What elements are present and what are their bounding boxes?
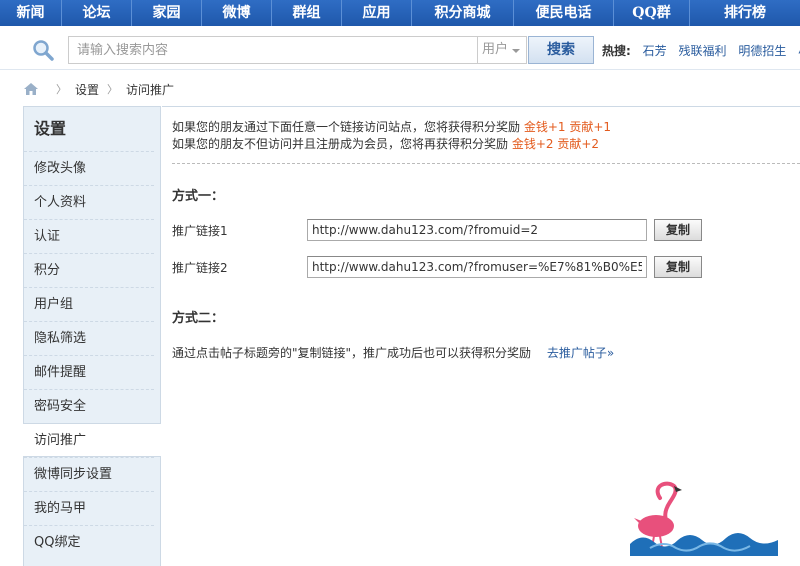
hot-search-link[interactable]: 明德招生 [738, 44, 786, 58]
visit-reward: 金钱+1 贡献+1 [523, 120, 612, 134]
nav-item-weibo[interactable]: 微博 [202, 0, 272, 26]
sidebar-item-password[interactable]: 密码安全 [24, 389, 154, 423]
promotion-link1-field[interactable] [307, 219, 647, 241]
promotion-intro: 如果您的朋友通过下面任意一个链接访问站点，您将获得积分奖励 金钱+1 贡献+1 … [172, 119, 611, 153]
method1-title: 方式一： [172, 189, 225, 204]
sidebar-title: 设置 [34, 119, 67, 138]
sidebar-item-promotion[interactable]: 访问推广 [23, 423, 161, 457]
flamingo-logo-icon [630, 481, 778, 556]
hot-search-link[interactable]: 石芳 [643, 44, 667, 58]
search-button[interactable]: 搜索 [528, 36, 594, 64]
breadcrumb-item-settings[interactable]: 设置 [75, 81, 99, 98]
sidebar-item-verify[interactable]: 认证 [24, 219, 154, 253]
top-nav: 新闻 论坛 家园 微博 群组 应用 积分商城 便民电话 QQ群 排行榜 [0, 0, 800, 26]
hot-search-label: 热搜: [602, 44, 631, 58]
breadcrumb-separator: 〉 [56, 83, 67, 96]
hot-searches: 热搜: 石芳 残联福利 明德招生 小宝 [602, 42, 800, 59]
sidebar-item-sockpuppet[interactable]: 我的马甲 [24, 491, 154, 525]
intro-line-register: 如果您的朋友不但访问并且注册成为会员，您将再获得积分奖励 金钱+2 贡献+2 [172, 136, 611, 153]
search-bar: 用户 搜索 热搜: 石芳 残联福利 明德招生 小宝 [0, 26, 800, 70]
hot-search-link[interactable]: 残联福利 [678, 44, 726, 58]
breadcrumb: 〉 设置 〉 访问推广 [24, 80, 174, 98]
copy-link1-button[interactable]: 复制 [654, 219, 702, 241]
link1-label: 推广链接1 [172, 224, 228, 238]
nav-item-news[interactable]: 新闻 [0, 0, 62, 26]
divider [172, 163, 800, 164]
sidebar-item-weibo-sync[interactable]: 微博同步设置 [24, 457, 154, 491]
nav-item-groups[interactable]: 群组 [272, 0, 342, 26]
method2-description: 通过点击帖子标题旁的"复制链接"，推广成功后也可以获得积分奖励 去推广帖子» [172, 344, 614, 361]
nav-item-apps[interactable]: 应用 [342, 0, 412, 26]
sidebar-item-profile[interactable]: 个人资料 [24, 185, 154, 219]
settings-sidebar: 设置 修改头像 个人资料 认证 积分 用户组 隐私筛选 邮件提醒 密码安全 访问… [23, 106, 161, 566]
sidebar-item-avatar[interactable]: 修改头像 [24, 151, 154, 185]
search-input[interactable] [68, 36, 478, 64]
nav-item-qq-group[interactable]: QQ群 [614, 0, 690, 26]
sidebar-item-credits[interactable]: 积分 [24, 253, 154, 287]
breadcrumb-item-current: 访问推广 [126, 82, 175, 97]
home-icon[interactable] [24, 83, 38, 95]
sidebar-item-qq-bind[interactable]: QQ绑定 [24, 525, 154, 559]
intro-visit-text: 如果您的朋友通过下面任意一个链接访问站点，您将获得积分奖励 [172, 120, 521, 134]
copy-link2-button[interactable]: 复制 [654, 256, 702, 278]
promotion-link2-field[interactable] [307, 256, 647, 278]
intro-register-text: 如果您的朋友不但访问并且注册成为会员，您将再获得积分奖励 [172, 137, 509, 151]
intro-line-visit: 如果您的朋友通过下面任意一个链接访问站点，您将获得积分奖励 金钱+1 贡献+1 [172, 119, 611, 136]
chevron-down-icon [512, 49, 520, 53]
breadcrumb-separator: 〉 [107, 83, 119, 96]
search-icon [33, 40, 54, 61]
nav-item-points-mall[interactable]: 积分商城 [412, 0, 514, 26]
link2-label: 推广链接2 [172, 261, 228, 275]
sidebar-item-usergroup[interactable]: 用户组 [24, 287, 154, 321]
search-type-select[interactable]: 用户 [477, 36, 527, 64]
nav-item-forum[interactable]: 论坛 [62, 0, 132, 26]
promote-posts-link[interactable]: 去推广帖子» [547, 346, 614, 360]
method2-text: 通过点击帖子标题旁的"复制链接"，推广成功后也可以获得积分奖励 [172, 346, 532, 360]
search-type-value: 用户 [482, 42, 509, 57]
nav-item-home[interactable]: 家园 [132, 0, 202, 26]
method2-title: 方式二： [172, 311, 225, 326]
nav-item-ranking[interactable]: 排行榜 [690, 0, 800, 26]
sidebar-item-privacy[interactable]: 隐私筛选 [24, 321, 154, 355]
nav-item-phone[interactable]: 便民电话 [514, 0, 614, 26]
register-reward: 金钱+2 贡献+2 [511, 137, 600, 151]
sidebar-item-email[interactable]: 邮件提醒 [24, 355, 154, 389]
